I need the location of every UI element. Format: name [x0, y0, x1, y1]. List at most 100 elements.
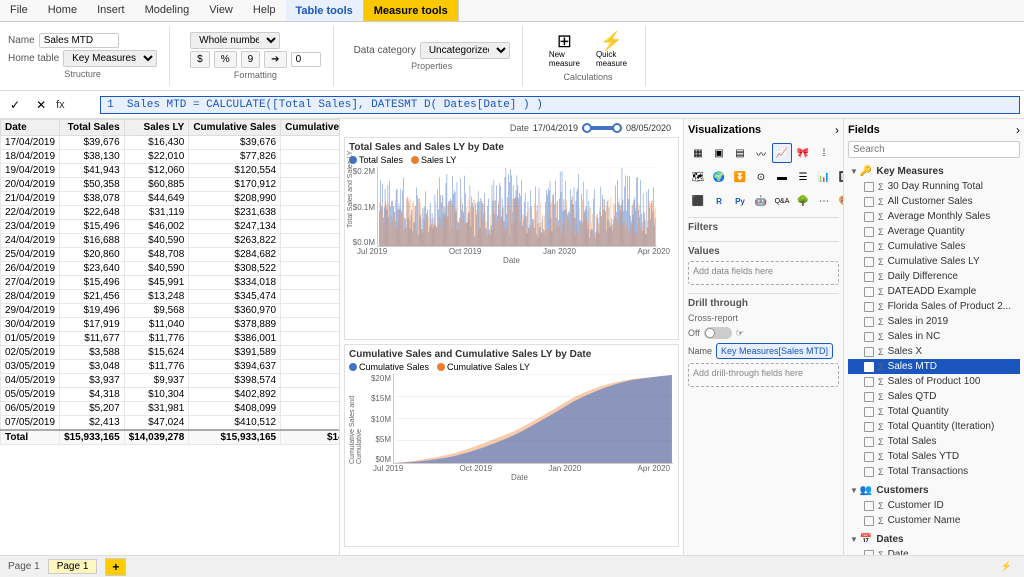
- vis-icon-more[interactable]: ⋯: [814, 191, 834, 211]
- list-item[interactable]: Σ Sales in 2019: [848, 314, 1020, 329]
- name-input[interactable]: [39, 33, 119, 48]
- field-checkbox[interactable]: [864, 550, 874, 556]
- tab-modeling[interactable]: Modeling: [135, 0, 200, 21]
- vis-toggle[interactable]: [704, 327, 732, 339]
- fields-search-input[interactable]: [848, 141, 1020, 158]
- list-item[interactable]: Σ Cumulative Sales LY: [848, 254, 1020, 269]
- list-item[interactable]: Σ Sales X: [848, 344, 1020, 359]
- vis-icon-python[interactable]: Py: [730, 191, 750, 211]
- format-select[interactable]: Whole number: [190, 32, 280, 49]
- date-end[interactable]: 08/05/2020: [626, 123, 671, 133]
- tab-help[interactable]: Help: [243, 0, 286, 21]
- field-checkbox[interactable]: [864, 182, 874, 192]
- list-item[interactable]: Σ Cumulative Sales: [848, 239, 1020, 254]
- vis-icon-map[interactable]: 🗺: [688, 167, 708, 187]
- page-1-tab[interactable]: Page 1: [48, 559, 98, 574]
- field-checkbox[interactable]: [864, 257, 874, 267]
- tab-home[interactable]: Home: [38, 0, 87, 21]
- list-item[interactable]: Σ Florida Sales of Product 2...: [848, 299, 1020, 314]
- list-item[interactable]: Σ Customer Name: [848, 513, 1020, 528]
- currency-btn[interactable]: $: [190, 51, 210, 68]
- formula-check-btn[interactable]: ✓: [4, 96, 26, 114]
- list-item[interactable]: Σ Total Sales YTD: [848, 449, 1020, 464]
- field-checkbox[interactable]: [864, 467, 874, 477]
- list-item[interactable]: Σ Total Sales: [848, 434, 1020, 449]
- list-item[interactable]: Σ Total Quantity: [848, 404, 1020, 419]
- list-item[interactable]: Σ Sales of Product 100: [848, 374, 1020, 389]
- vis-icon-ribbon[interactable]: 🎀: [793, 143, 813, 163]
- date-start[interactable]: 17/04/2019: [533, 123, 578, 133]
- field-checkbox[interactable]: [864, 501, 874, 511]
- field-checkbox[interactable]: [864, 212, 874, 222]
- vis-expand-icon[interactable]: ›: [835, 123, 839, 137]
- vis-icon-pie[interactable]: ◔: [835, 143, 844, 163]
- new-measure-btn[interactable]: ⊞ Newmeasure: [543, 30, 586, 70]
- list-item[interactable]: Σ Sales in NC: [848, 329, 1020, 344]
- formula-x-btn[interactable]: ✕: [30, 96, 52, 114]
- list-item[interactable]: Σ All Customer Sales: [848, 194, 1020, 209]
- vis-icon-scatter[interactable]: ⁞: [814, 143, 834, 163]
- vis-drill-dropzone[interactable]: Add drill-through fields here: [688, 363, 839, 387]
- quick-measure-btn[interactable]: ⚡ Quickmeasure: [590, 30, 633, 70]
- tab-insert[interactable]: Insert: [87, 0, 135, 21]
- date-slider[interactable]: [582, 126, 622, 130]
- field-checkbox[interactable]: [864, 197, 874, 207]
- list-item[interactable]: Σ Total Transactions: [848, 464, 1020, 479]
- field-checkbox[interactable]: [864, 407, 874, 417]
- decimal-input[interactable]: [291, 52, 321, 67]
- vis-icon-gauge[interactable]: ⊙: [751, 167, 771, 187]
- vis-icon-kpi[interactable]: 📊: [814, 167, 834, 187]
- list-item[interactable]: Σ Average Quantity: [848, 224, 1020, 239]
- vis-icon-ai[interactable]: 🤖: [751, 191, 771, 211]
- field-checkbox[interactable]: [864, 437, 874, 447]
- hometable-select[interactable]: Key Measures: [63, 50, 157, 67]
- vis-icon-format[interactable]: 🎨: [835, 191, 844, 211]
- percent-btn[interactable]: %: [214, 51, 237, 68]
- vis-icon-slicer[interactable]: 🔲: [835, 167, 844, 187]
- list-item[interactable]: Σ DATEADD Example: [848, 284, 1020, 299]
- datacategory-select[interactable]: Uncategorized: [420, 42, 510, 59]
- list-item[interactable]: Σ Customer ID: [848, 498, 1020, 513]
- table-container[interactable]: Date Total Sales Sales LY Cumulative Sal…: [0, 119, 339, 555]
- vis-icon-fill[interactable]: 🌍: [709, 167, 729, 187]
- list-item[interactable]: Σ Date: [848, 547, 1020, 555]
- field-checkbox[interactable]: [864, 377, 874, 387]
- field-checkbox[interactable]: [864, 227, 874, 237]
- vis-icon-matrix[interactable]: ⬛: [688, 191, 708, 211]
- tab-table-tools[interactable]: Table tools: [286, 0, 363, 21]
- list-item[interactable]: Σ 30 Day Running Total: [848, 179, 1020, 194]
- fields-group-dates-header[interactable]: ▼ 📅 Dates: [848, 532, 1020, 547]
- field-checkbox[interactable]: [864, 516, 874, 526]
- vis-icon-decomp[interactable]: 🌳: [793, 191, 813, 211]
- field-checkbox[interactable]: [864, 302, 874, 312]
- fields-expand-icon[interactable]: ›: [1016, 123, 1020, 137]
- vis-icon-multirow[interactable]: ☰: [793, 167, 813, 187]
- field-checkbox[interactable]: [864, 332, 874, 342]
- field-checkbox[interactable]: [864, 452, 874, 462]
- field-checkbox[interactable]: [864, 287, 874, 297]
- vis-icon-line[interactable]: 〰: [751, 143, 771, 163]
- fields-group-keymeasures-header[interactable]: ▼ 🔑 Key Measures: [848, 164, 1020, 179]
- list-item[interactable]: Σ Daily Difference: [848, 269, 1020, 284]
- tab-view[interactable]: View: [199, 0, 243, 21]
- list-item[interactable]: Σ Average Monthly Sales: [848, 209, 1020, 224]
- fields-group-customers-header[interactable]: ▼ 👥 Customers: [848, 483, 1020, 498]
- vis-icon-qna[interactable]: Q&A: [772, 191, 792, 211]
- formula-input[interactable]: [100, 96, 1020, 114]
- vis-icon-area[interactable]: 📈: [772, 143, 792, 163]
- vis-icon-bar[interactable]: ▦: [688, 143, 708, 163]
- tab-file[interactable]: File: [0, 0, 38, 21]
- comma-btn[interactable]: 9: [241, 51, 261, 68]
- vis-icon-r[interactable]: R: [709, 191, 729, 211]
- field-checkbox[interactable]: [864, 362, 874, 372]
- field-checkbox[interactable]: [864, 347, 874, 357]
- tab-measure-tools[interactable]: Measure tools: [363, 0, 459, 21]
- field-checkbox[interactable]: [864, 242, 874, 252]
- vis-values-dropzone[interactable]: Add data fields here: [688, 261, 839, 285]
- vis-icon-funnel[interactable]: ⏬: [730, 167, 750, 187]
- field-checkbox[interactable]: [864, 392, 874, 402]
- field-checkbox[interactable]: [864, 317, 874, 327]
- field-checkbox[interactable]: [864, 272, 874, 282]
- field-checkbox[interactable]: [864, 422, 874, 432]
- vis-icon-card[interactable]: ▬: [772, 167, 792, 187]
